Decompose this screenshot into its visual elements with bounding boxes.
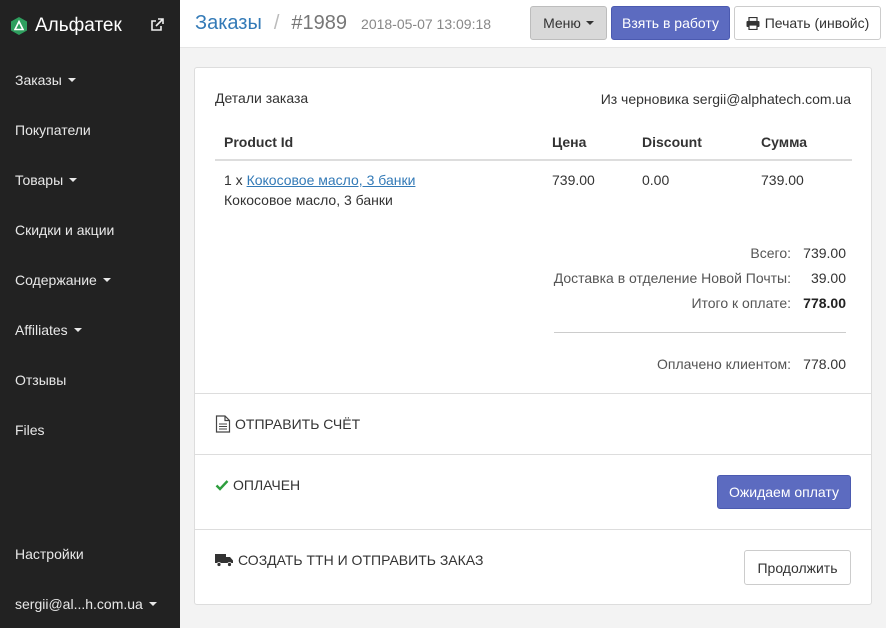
brand-logo-icon <box>11 17 27 35</box>
breadcrumb-separator: / <box>273 12 280 34</box>
breadcrumb: Заказы / #1989 2018-05-07 13:09:18 <box>195 12 491 35</box>
sidebar-item-customers[interactable]: Покупатели <box>15 122 91 138</box>
column-header-discount: Discount <box>642 134 702 150</box>
truck-icon <box>215 554 233 567</box>
caret-down-icon <box>67 78 76 82</box>
total-value: 739.00 <box>803 245 846 261</box>
product-link[interactable]: Кокосовое масло, 3 банки <box>247 172 416 188</box>
paid-status: ОПЛАЧЕН <box>215 477 300 493</box>
sidebar-item-label: Affiliates <box>15 322 68 338</box>
sidebar-item-label: Покупатели <box>15 122 91 138</box>
item-discount: 0.00 <box>642 172 670 188</box>
awaiting-payment-button[interactable]: Ожидаем оплату <box>717 475 851 509</box>
create-ttn-action[interactable]: СОЗДАТЬ ТТН И ОТПРАВИТЬ ЗАКАЗ <box>215 552 483 568</box>
sidebar-item-settings[interactable]: Настройки <box>15 546 84 562</box>
sidebar-item-discounts[interactable]: Скидки и акции <box>15 222 114 238</box>
product-variant: Кокосовое масло, 3 банки <box>224 192 393 208</box>
caret-down-icon <box>585 21 594 25</box>
sidebar-item-label: Отзывы <box>15 372 67 388</box>
total-label: Всего: <box>750 245 791 261</box>
delivery-label: Доставка в отделение Новой Почты: <box>553 270 791 286</box>
sidebar-item-orders[interactable]: Заказы <box>15 72 76 88</box>
table-row: 1 x Кокосовое масло, 3 банки <box>224 172 415 188</box>
user-email: sergii@al...h.com.ua <box>15 596 143 612</box>
print-invoice-button[interactable]: Печать (инвойс) <box>734 6 881 40</box>
caret-down-icon <box>69 178 78 182</box>
caret-down-icon <box>102 278 111 282</box>
order-number: #1989 <box>291 12 348 34</box>
order-details-title: Детали заказа <box>215 90 309 106</box>
take-to-work-label: Взять в работу <box>622 15 719 31</box>
sidebar: Альфатек Заказы Покупатели Товары Скидки… <box>0 0 180 628</box>
external-link-icon[interactable] <box>150 18 164 32</box>
draft-note: Из черновика sergii@alphatech.com.ua <box>600 91 851 107</box>
document-icon <box>215 415 231 433</box>
column-header-sum: Сумма <box>761 134 808 150</box>
item-sum: 739.00 <box>761 172 804 188</box>
brand-name: Альфатек <box>35 15 122 36</box>
sidebar-item-label: Заказы <box>15 72 62 88</box>
menu-button[interactable]: Меню <box>530 6 607 40</box>
user-menu[interactable]: sergii@al...h.com.ua <box>15 596 157 612</box>
check-icon <box>215 480 229 491</box>
column-header-product: Product Id <box>224 134 294 150</box>
sidebar-item-label: Скидки и акции <box>15 222 115 238</box>
print-invoice-label: Печать (инвойс) <box>764 15 870 31</box>
order-details-panel: Детали заказа Из черновика sergii@alphat… <box>194 67 872 605</box>
sidebar-item-label: Files <box>15 422 45 438</box>
print-icon <box>746 16 760 30</box>
sidebar-item-content[interactable]: Содержание <box>15 272 111 288</box>
section-divider <box>195 393 871 394</box>
grand-total-label: Итого к оплате: <box>691 295 791 311</box>
column-header-price: Цена <box>552 134 587 150</box>
item-price: 739.00 <box>552 172 595 188</box>
caret-down-icon <box>73 328 82 332</box>
section-divider <box>195 529 871 530</box>
create-ttn-label: СОЗДАТЬ ТТН И ОТПРАВИТЬ ЗАКАЗ <box>238 552 484 568</box>
continue-button[interactable]: Продолжить <box>744 550 851 585</box>
breadcrumb-orders-link[interactable]: Заказы <box>195 12 262 35</box>
sidebar-item-files[interactable]: Files <box>15 422 45 438</box>
sidebar-item-affiliates[interactable]: Affiliates <box>15 322 82 338</box>
send-invoice-label: ОТПРАВИТЬ СЧЁТ <box>235 416 361 432</box>
paid-status-label: ОПЛАЧЕН <box>233 477 301 493</box>
paid-by-customer-value: 778.00 <box>803 356 846 372</box>
sidebar-item-label: Настройки <box>15 546 84 562</box>
menu-button-label: Меню <box>543 15 581 31</box>
delivery-value: 39.00 <box>810 270 846 286</box>
grand-total-value: 778.00 <box>803 295 846 311</box>
paid-by-customer-label: Оплачено клиентом: <box>657 356 791 372</box>
sidebar-item-products[interactable]: Товары <box>15 172 78 188</box>
sidebar-item-reviews[interactable]: Отзывы <box>15 372 66 388</box>
send-invoice-action[interactable]: ОТПРАВИТЬ СЧЁТ <box>215 415 360 433</box>
brand[interactable]: Альфатек <box>10 10 170 42</box>
sidebar-item-label: Содержание <box>15 272 97 288</box>
caret-down-icon <box>148 602 157 606</box>
sidebar-item-label: Товары <box>15 172 64 188</box>
page-header: Заказы / #1989 2018-05-07 13:09:18 Меню … <box>180 0 886 48</box>
continue-label: Продолжить <box>757 559 838 576</box>
table-header-divider <box>215 159 852 161</box>
take-to-work-button[interactable]: Взять в работу <box>611 6 730 40</box>
item-quantity: 1 x <box>224 172 243 188</box>
awaiting-payment-label: Ожидаем оплату <box>729 484 839 500</box>
totals-divider <box>554 332 846 333</box>
order-date: 2018-05-07 13:09:18 <box>361 16 492 32</box>
section-divider <box>195 454 871 455</box>
